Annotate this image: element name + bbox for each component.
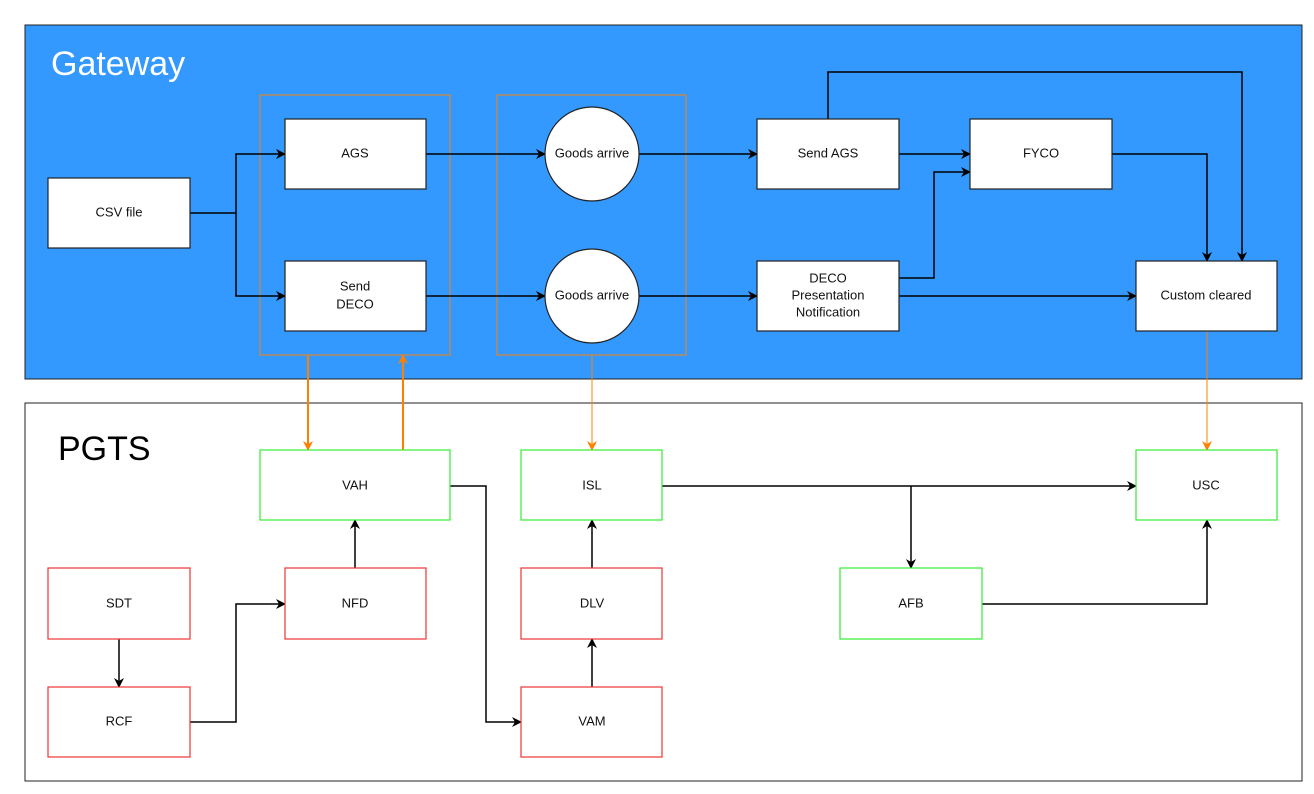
node-send-ags[interactable]: Send AGS xyxy=(756,118,900,190)
pgts-container: PGTS xyxy=(24,402,1303,782)
svg-text:Send: Send xyxy=(340,278,370,293)
svg-text:FYCO: FYCO xyxy=(1023,145,1059,160)
svg-text:Presentation: Presentation xyxy=(792,287,865,302)
svg-text:CSV file: CSV file xyxy=(96,204,143,219)
node-send-deco[interactable]: Send DECO xyxy=(284,260,427,332)
node-nfd[interactable]: NFD xyxy=(284,567,427,640)
node-ags[interactable]: AGS xyxy=(284,118,427,190)
svg-text:Goods arrive: Goods arrive xyxy=(555,287,629,302)
svg-text:Goods arrive: Goods arrive xyxy=(555,145,629,160)
svg-text:AFB: AFB xyxy=(898,595,923,610)
node-afb[interactable]: AFB xyxy=(839,567,983,640)
svg-text:AGS: AGS xyxy=(341,145,369,160)
svg-text:RCF: RCF xyxy=(106,713,133,728)
svg-text:VAM: VAM xyxy=(578,713,605,728)
node-rcf[interactable]: RCF xyxy=(47,686,191,758)
node-fyco[interactable]: FYCO xyxy=(969,118,1113,190)
node-vah[interactable]: VAH xyxy=(259,449,451,521)
svg-text:DLV: DLV xyxy=(580,595,605,610)
node-usc[interactable]: USC xyxy=(1135,449,1278,521)
node-goods-arrive-1[interactable]: Goods arrive xyxy=(544,106,640,202)
svg-text:Custom cleared: Custom cleared xyxy=(1160,287,1251,302)
node-goods-arrive-2[interactable]: Goods arrive xyxy=(544,248,640,344)
svg-text:USC: USC xyxy=(1192,477,1219,492)
svg-text:SDT: SDT xyxy=(106,595,132,610)
svg-text:Send AGS: Send AGS xyxy=(798,145,859,160)
gateway-title: Gateway xyxy=(51,45,185,83)
pgts-title: PGTS xyxy=(58,430,151,468)
node-csv-file[interactable]: CSV file xyxy=(47,177,191,249)
svg-text:Notification: Notification xyxy=(796,304,860,319)
node-dlv[interactable]: DLV xyxy=(520,567,663,640)
svg-text:DECO: DECO xyxy=(336,296,374,311)
svg-text:ISL: ISL xyxy=(582,477,602,492)
node-sdt[interactable]: SDT xyxy=(47,567,191,640)
node-vam[interactable]: VAM xyxy=(520,686,663,758)
node-isl[interactable]: ISL xyxy=(520,449,663,521)
node-deco-presentation-notification[interactable]: DECO Presentation Notification xyxy=(756,260,900,332)
svg-text:NFD: NFD xyxy=(342,595,369,610)
svg-text:DECO: DECO xyxy=(809,270,847,285)
flow-diagram: Gateway PGTS CSV file AGS Send DECO Good… xyxy=(24,24,1303,782)
node-custom-cleared[interactable]: Custom cleared xyxy=(1135,260,1278,332)
svg-text:VAH: VAH xyxy=(342,477,368,492)
gateway-container: Gateway xyxy=(24,24,1303,380)
